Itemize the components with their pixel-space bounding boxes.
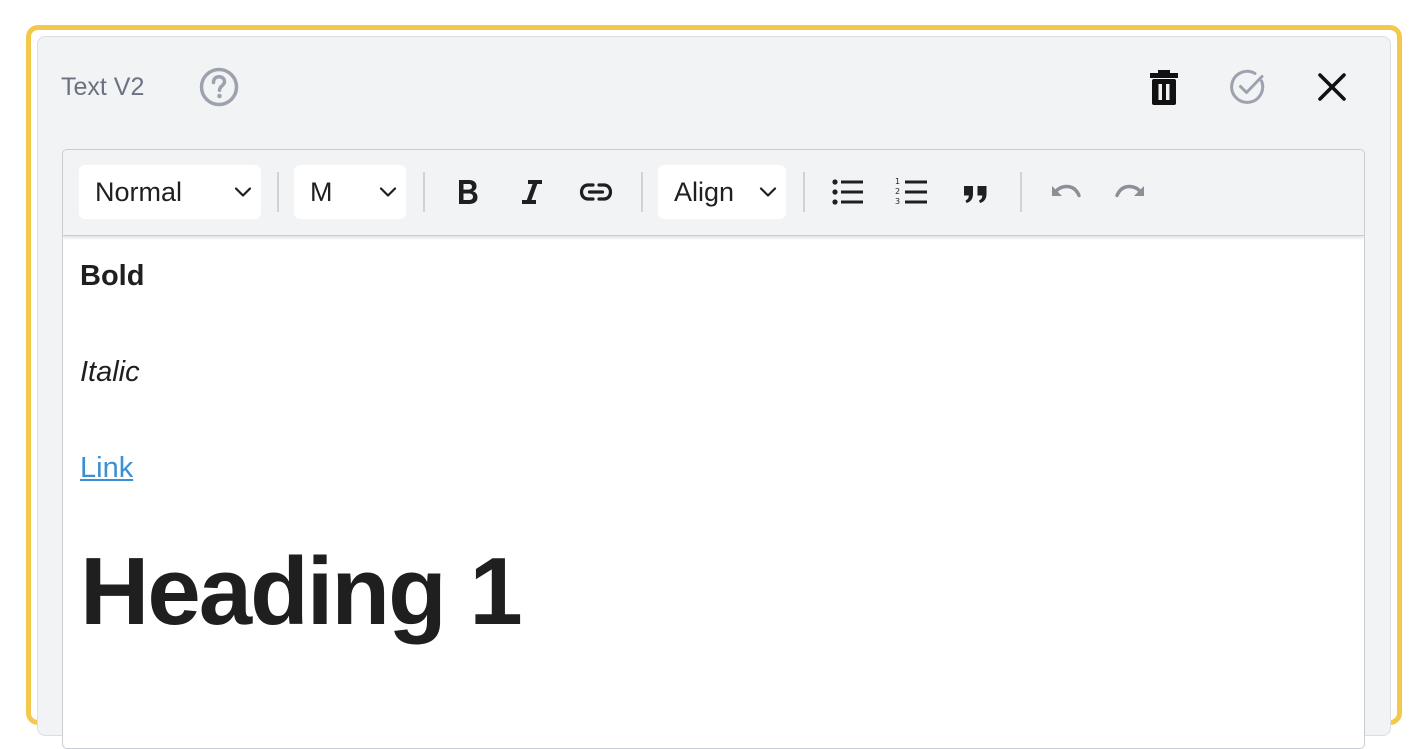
close-icon[interactable] [1312, 67, 1352, 107]
block-title: Text V2 [61, 73, 145, 101]
italic-paragraph[interactable]: Italic [80, 355, 140, 389]
link-icon[interactable] [576, 172, 616, 212]
check-circle-icon[interactable] [1228, 67, 1268, 107]
help-circle-icon[interactable] [198, 66, 240, 108]
svg-text:3: 3 [895, 197, 900, 206]
toolbar-divider [641, 172, 643, 212]
svg-text:1: 1 [895, 177, 900, 186]
editor-toolbar: Normal M Align 1 2 3 [63, 150, 1364, 236]
blockquote-icon[interactable] [956, 172, 996, 212]
font-size-select[interactable]: M [294, 165, 406, 219]
trash-icon[interactable] [1144, 67, 1184, 107]
text-block-panel: Text V2 Normal M Align 1 2 3 Bold Italic… [37, 36, 1391, 749]
align-value: Align [674, 177, 735, 207]
toolbar-divider [423, 172, 425, 212]
chevron-down-icon [379, 187, 397, 197]
link-text[interactable]: Link [80, 451, 133, 485]
toolbar-divider [1020, 172, 1022, 212]
block-header: Text V2 [38, 37, 1390, 137]
chevron-down-icon [759, 187, 777, 197]
bold-paragraph[interactable]: Bold [80, 259, 144, 293]
align-select[interactable]: Align [658, 165, 786, 219]
selected-block-frame: Text V2 Normal M Align 1 2 3 Bold Italic… [26, 25, 1402, 749]
numbered-list-icon[interactable]: 1 2 3 [892, 172, 932, 212]
undo-icon[interactable] [1046, 172, 1086, 212]
block-style-select[interactable]: Normal [79, 165, 261, 219]
italic-icon[interactable] [512, 172, 552, 212]
font-size-value: M [310, 177, 333, 207]
bullet-list-icon[interactable] [828, 172, 868, 212]
bold-icon[interactable] [448, 172, 488, 212]
rich-text-editor: Normal M Align 1 2 3 Bold Italic Link He… [62, 149, 1365, 749]
block-style-value: Normal [95, 177, 183, 207]
toolbar-divider [803, 172, 805, 212]
chevron-down-icon [234, 187, 252, 197]
svg-text:2: 2 [895, 187, 900, 196]
heading-1[interactable]: Heading 1 [80, 537, 523, 647]
toolbar-divider [277, 172, 279, 212]
redo-icon[interactable] [1110, 172, 1150, 212]
